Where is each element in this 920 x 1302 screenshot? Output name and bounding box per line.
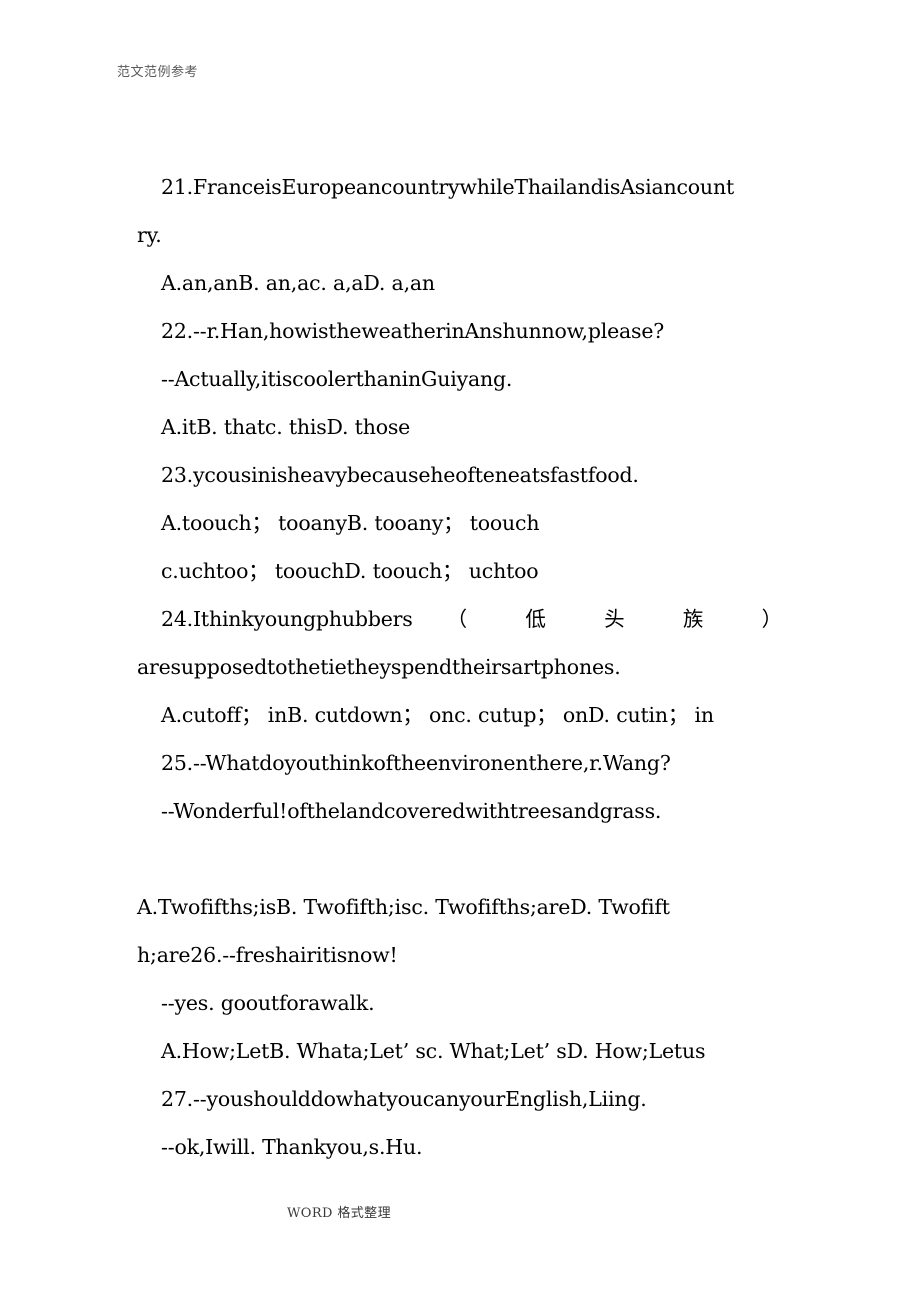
document-body: 21.FranceisEuropeancountrywhileThailandi… bbox=[137, 163, 782, 1171]
text-line: A.cutoff； inB. cutdown； onc. cutup； onD.… bbox=[161, 703, 714, 727]
text-line: --yes. gooutforawalk. bbox=[161, 991, 375, 1015]
text-line: 21.FranceisEuropeancountrywhileThailandi… bbox=[161, 175, 734, 199]
document-page: 范文范例参考 21.FranceisEuropeancountrywhileTh… bbox=[0, 0, 920, 1302]
cjk-glyph: （ bbox=[446, 607, 468, 631]
question-24-latin: 24.Ithinkyoungphubbers bbox=[161, 607, 413, 631]
cjk-glyph: 族 bbox=[682, 607, 704, 631]
cjk-glyph: 低 bbox=[525, 607, 546, 631]
text-line: 27.--youshoulddowhatyoucanyourEnglish,Li… bbox=[161, 1087, 647, 1111]
text-line: A.itB. thatc. thisD. those bbox=[161, 415, 411, 439]
text-line: A.How;LetB. Whata;Let’ sc. What;Let’ sD.… bbox=[161, 1039, 706, 1063]
text-line: 23.ycousinisheavybecauseheofteneatsfastf… bbox=[161, 463, 639, 487]
cjk-glyph: ） bbox=[761, 607, 783, 631]
text-line: --Actually,itiscoolerthaninGuiyang. bbox=[161, 367, 513, 391]
text-line-justified: 24.Ithinkyoungphubbers （ 低 头 族 ） bbox=[137, 595, 782, 643]
text-line: A.an,anB. an,ac. a,aD. a,an bbox=[161, 271, 435, 295]
text-line: A.Twofifths;isB. Twofifth;isc. Twofifths… bbox=[137, 895, 670, 919]
question-24-cjk-gloss: （ 低 头 族 ） bbox=[413, 595, 783, 643]
text-line: 25.--Whatdoyouthinkoftheenvironenthere,r… bbox=[161, 751, 671, 775]
text-line: h;are26.--freshairitisnow! bbox=[137, 943, 398, 967]
text-line: --ok,Iwill. Thankyou,s.Hu. bbox=[161, 1135, 423, 1159]
cjk-glyph: 头 bbox=[604, 607, 625, 631]
text-line: 22.--r.Han,howistheweatherinAnshunnow,pl… bbox=[161, 319, 665, 343]
page-header: 范文范例参考 bbox=[117, 65, 199, 80]
text-line: A.toouch； tooanyB. tooany； toouch bbox=[161, 511, 540, 535]
text-line: c.uchtoo； toouchD. toouch； uchtoo bbox=[161, 559, 539, 583]
page-footer: WORD 格式整理 bbox=[287, 1206, 391, 1221]
text-line: --Wonderful!ofthelandcoveredwithtreesand… bbox=[161, 799, 662, 823]
text-line: aresupposedtothetietheyspendtheirsartpho… bbox=[137, 655, 621, 679]
text-line: ry. bbox=[137, 223, 162, 247]
